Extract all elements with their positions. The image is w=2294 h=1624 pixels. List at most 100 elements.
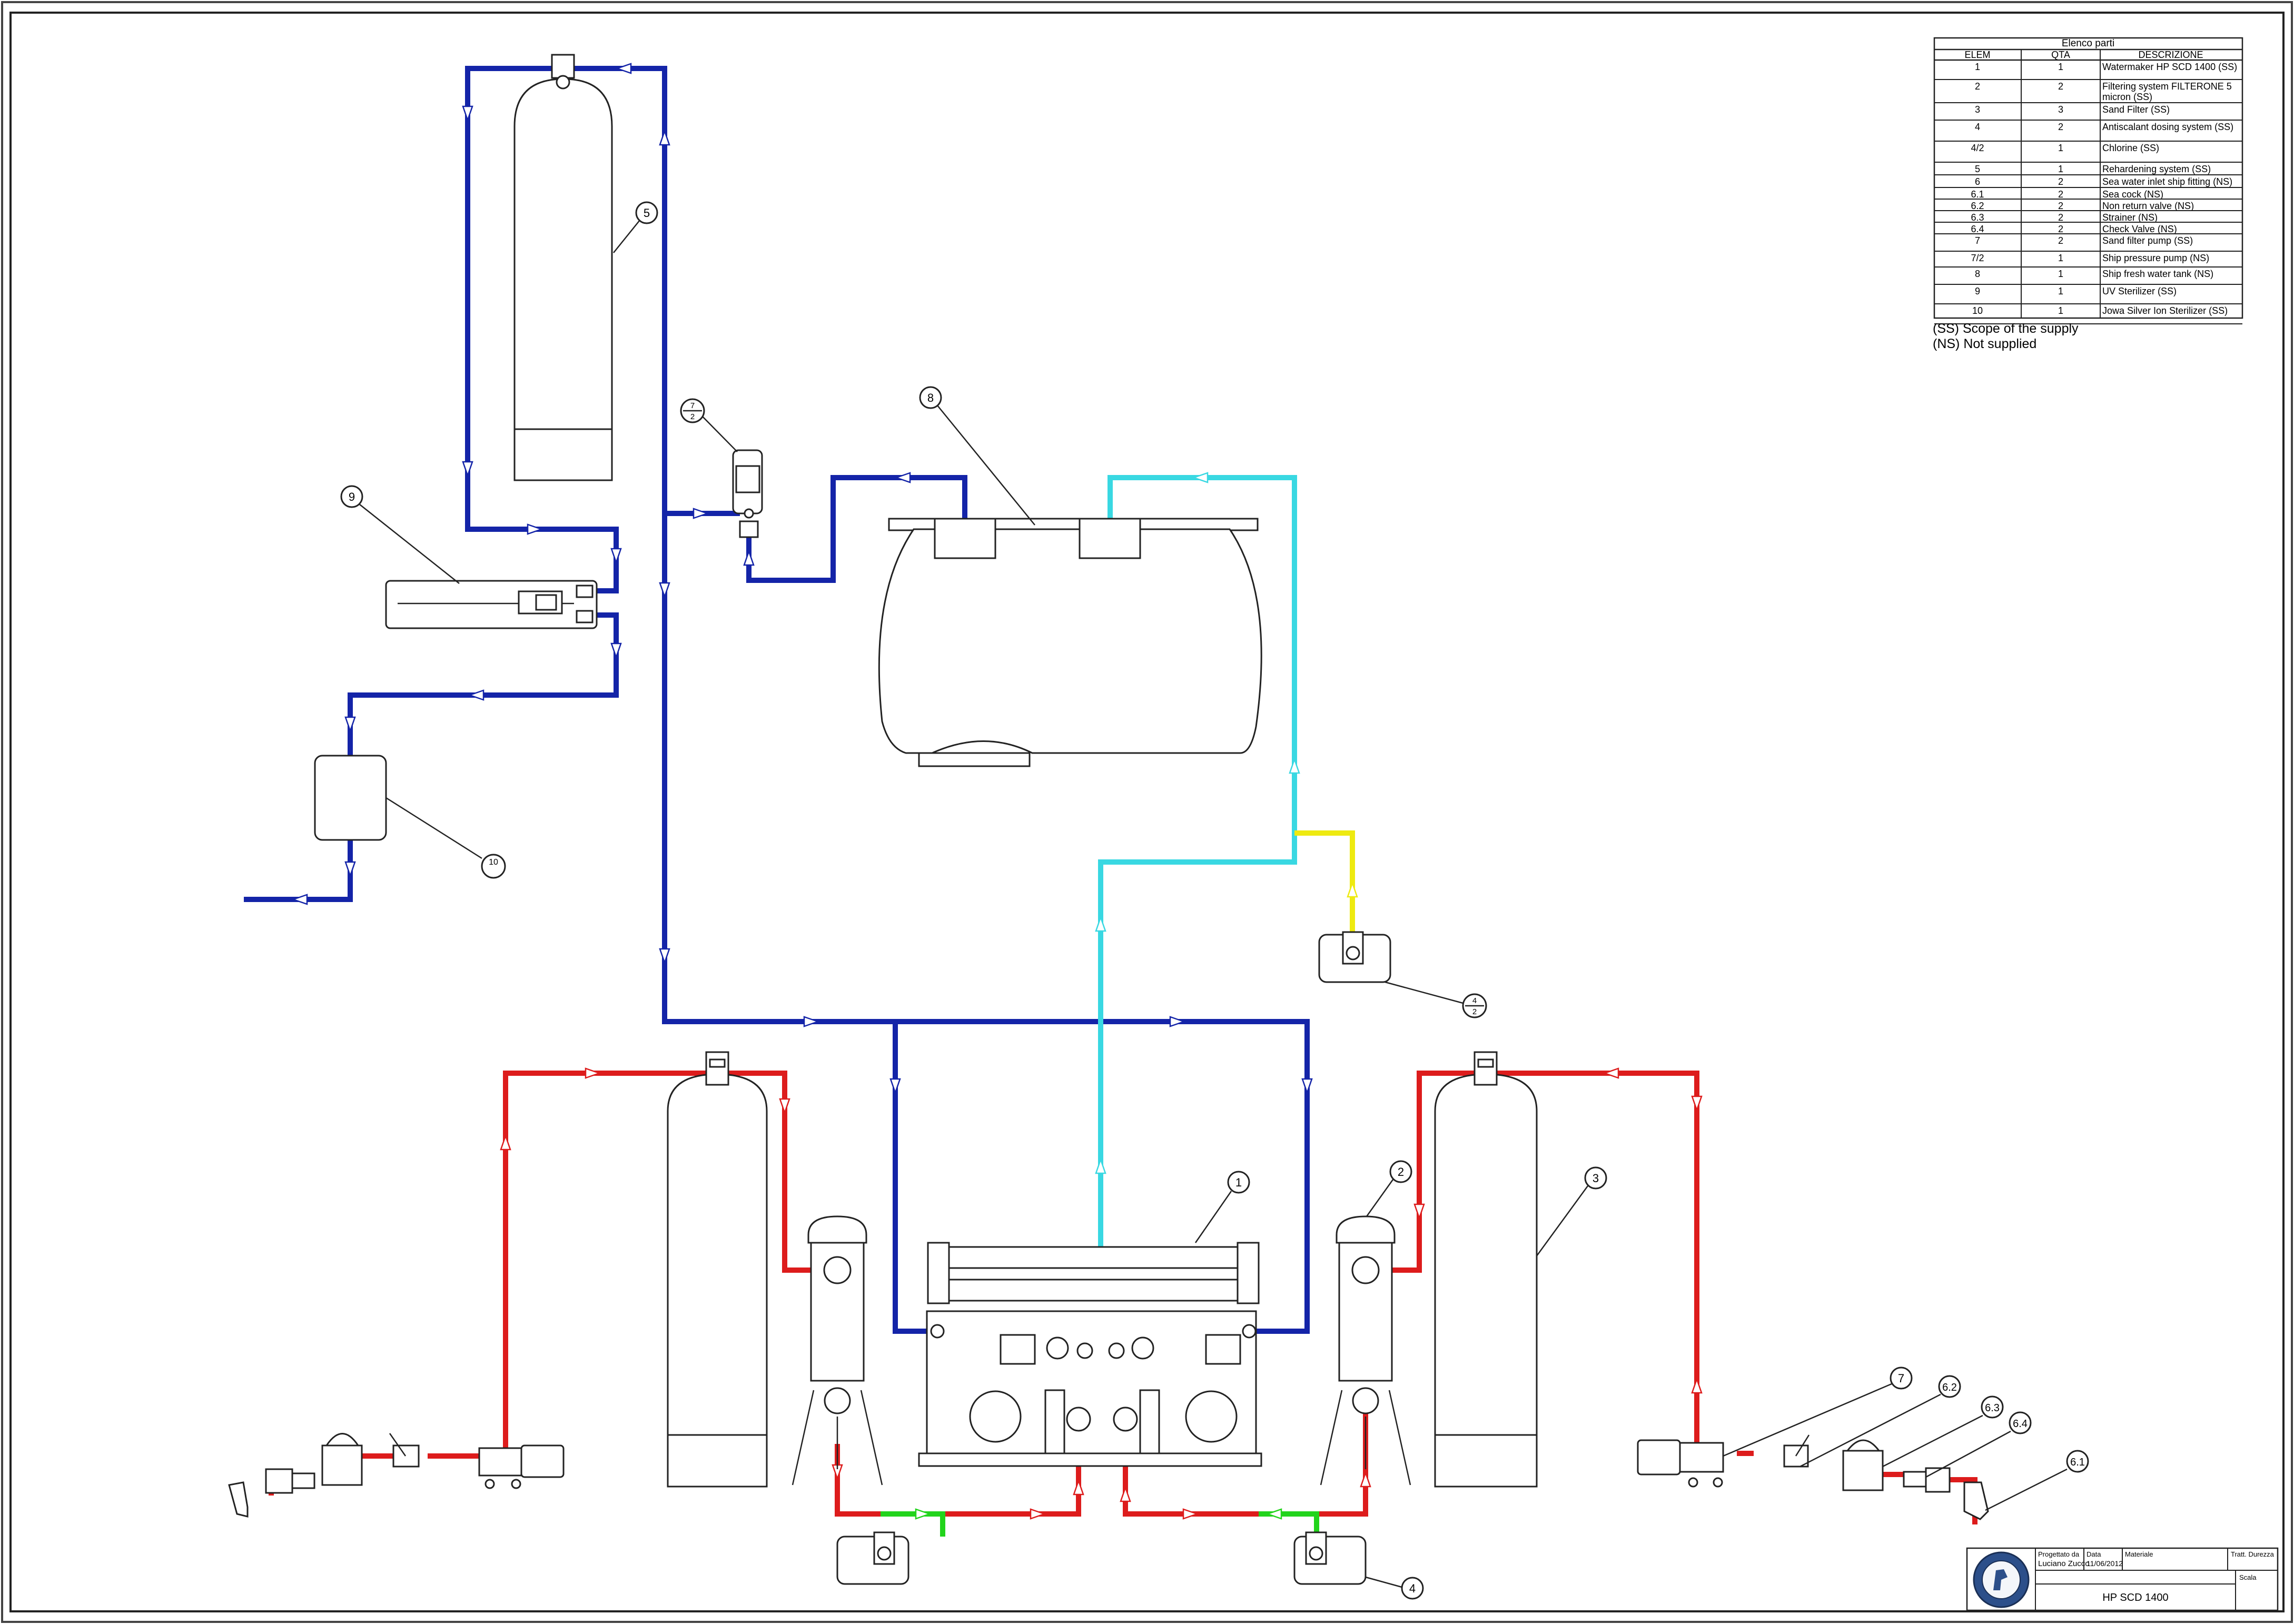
parts-row-elem: 6.4 [1971, 224, 1984, 234]
flow-arrow [1413, 1203, 1425, 1220]
parts-row-desc: Filtering system FILTERONE 5 [2102, 81, 2232, 92]
flow-arrow [462, 105, 473, 122]
sand-filter-left [667, 1051, 768, 1488]
parts-row-qta: 2 [2058, 176, 2063, 187]
flow-arrow [344, 716, 356, 733]
parts-row-elem: 10 [1972, 305, 1983, 316]
parts-row-qta: 2 [2058, 224, 2063, 234]
parts-row-desc: Jowa Silver Ion Sterilizer (SS) [2102, 305, 2228, 316]
parts-row-elem: 9 [1975, 286, 1980, 296]
balloon-4-label: 4 [1409, 1582, 1416, 1595]
parts-row-desc: Check Valve (NS) [2102, 224, 2177, 234]
antiscalant-dosing-left [836, 1531, 909, 1585]
balloon-9-label: 9 [349, 490, 355, 503]
parts-row-qta: 1 [2058, 164, 2063, 174]
sand-filter-right [1434, 1051, 1538, 1488]
flow-arrow [803, 1016, 820, 1027]
piping-diagram: 1 2 3 4 5 7 6.2 6.3 6.4 6.1 8 9 10 7 2 4… [1, 1, 2293, 1623]
flow-arrow [1289, 757, 1300, 774]
fresh-water-tank [878, 518, 1262, 767]
flow-arrow [610, 548, 622, 565]
right-inlet-components [1637, 1434, 1989, 1520]
filterone-left [792, 1215, 883, 1486]
parts-row-qta: 1 [2058, 253, 2063, 263]
parts-row-elem: 4/2 [1971, 143, 1984, 153]
flow-arrow [1347, 881, 1358, 898]
parts-row-desc: Watermaker HP SCD 1400 (SS) [2102, 62, 2237, 72]
parts-row-desc: Ship pressure pump (NS) [2102, 253, 2209, 263]
parts-row-elem: 6 [1975, 176, 1980, 187]
flow-arrow [1073, 1479, 1084, 1496]
parts-row-elem: 1 [1975, 62, 1980, 72]
parts-row-qta: 2 [2058, 201, 2063, 211]
parts-row-qta: 1 [2058, 286, 2063, 296]
balloon-7-2-bottom: 2 [690, 412, 695, 421]
parts-table: Elenco parti ELEM QTA DESCRIZIONE 1 1 Wate… [1933, 37, 2243, 324]
flow-arrow [659, 948, 670, 965]
flow-arrow [779, 1098, 790, 1115]
flow-arrow [500, 1134, 511, 1151]
flow-arrow [743, 549, 755, 566]
parts-row-qta: 1 [2058, 62, 2063, 72]
parts-row-elem: 6.3 [1971, 212, 1984, 223]
balloon-6-4-label: 6.4 [2013, 1418, 2028, 1430]
parts-row-qta: 2 [2058, 122, 2063, 132]
flow-arrow [659, 129, 670, 146]
flow-arrow [1192, 472, 1209, 483]
flow-arrow [894, 472, 911, 483]
flow-arrow [889, 1078, 901, 1095]
uv-sterilizer [385, 580, 598, 629]
flow-arrow [527, 523, 543, 535]
flow-arrow [1691, 1095, 1703, 1112]
flow-arrow [1265, 1508, 1282, 1520]
scale-label: Scala [2239, 1573, 2257, 1581]
title-block: Progettato da Luciano Zucco Data 11/06/2… [1966, 1547, 2279, 1611]
parts-row-desc: Sea water inlet ship fitting (NS) [2102, 176, 2232, 187]
flow-arrow [462, 461, 473, 478]
balloon-8-label: 8 [927, 391, 934, 404]
flow-arrow [1182, 1508, 1199, 1520]
flow-arrow [1095, 1157, 1106, 1174]
company-logo [1973, 1551, 2030, 1608]
balloon-10-label: 10 [489, 858, 498, 867]
flow-arrow [344, 861, 356, 878]
parts-row-desc: UV Sterilizer (SS) [2102, 286, 2177, 296]
parts-row-desc: Chlorine (SS) [2102, 143, 2159, 153]
treatment-label: Tratt. Durezza [2231, 1550, 2275, 1558]
date-value: 11/06/2012 [2087, 1559, 2123, 1568]
note-ss: (SS) Scope of the supply [1933, 321, 2079, 336]
antiscalant-dosing-right [1293, 1531, 1367, 1585]
parts-row-elem: 4 [1975, 122, 1980, 132]
balloon-6-1-label: 6.1 [2070, 1457, 2085, 1468]
parts-row-elem: 2 [1975, 81, 1980, 92]
drawing-title: HP SCD 1400 [2102, 1592, 2168, 1603]
antiscalant-pipes [881, 1511, 1319, 1537]
parts-row-desc: Ship fresh water tank (NS) [2102, 269, 2213, 279]
designer-label: Progettato da [2038, 1550, 2080, 1558]
parts-row-desc: Rehardening system (SS) [2102, 164, 2211, 174]
left-inlet-components [228, 1433, 565, 1518]
flow-arrow [1691, 1377, 1703, 1394]
parts-row-desc: Sand Filter (SS) [2102, 104, 2170, 115]
parts-row-desc: micron (SS) [2102, 92, 2152, 102]
watermaker-unit [918, 1242, 1262, 1467]
balloon-6-2-label: 6.2 [1942, 1382, 1957, 1393]
parts-row-qta: 1 [2058, 143, 2063, 153]
parts-row-qta: 2 [2058, 81, 2063, 92]
flow-arrow [468, 689, 484, 701]
flow-arrow [610, 642, 622, 659]
flow-arrow [1360, 1471, 1371, 1488]
parts-row-desc: Non return valve (NS) [2102, 201, 2194, 211]
flow-arrow [291, 894, 308, 905]
flow-arrow [1169, 1016, 1186, 1027]
silver-ion-sterilizer [314, 755, 387, 841]
parts-row-elem: 5 [1975, 164, 1980, 174]
flow-arrow [615, 63, 632, 74]
parts-row-elem: 6.1 [1971, 189, 1984, 200]
flow-arrow [659, 582, 670, 599]
parts-row-qta: 1 [2058, 269, 2063, 279]
balloon-3-label: 3 [1593, 1172, 1599, 1185]
flow-arrow [1301, 1078, 1313, 1095]
ship-pressure-pump [732, 449, 763, 538]
parts-row-elem: 3 [1975, 104, 1980, 115]
